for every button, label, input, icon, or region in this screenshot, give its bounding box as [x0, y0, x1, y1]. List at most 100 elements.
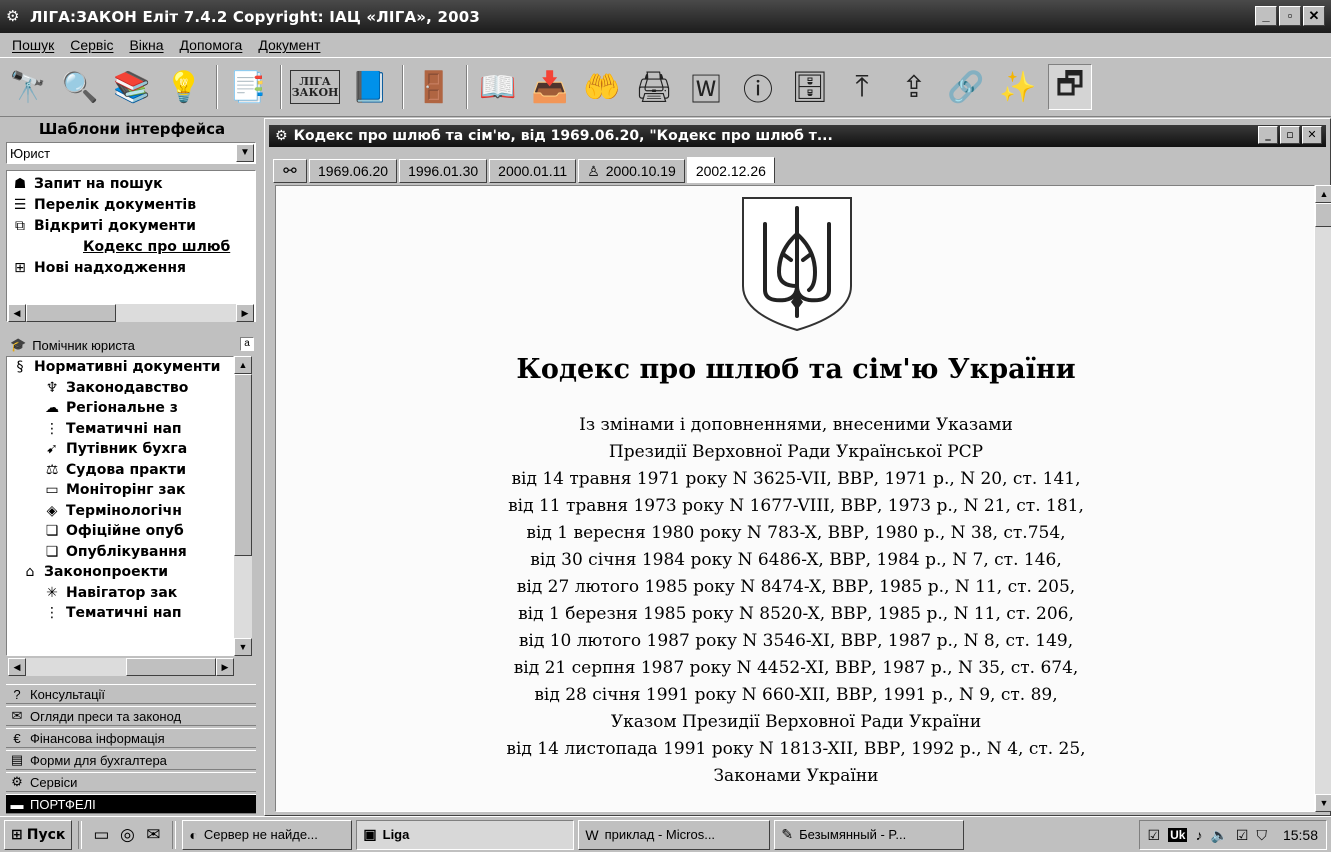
document-content[interactable]: Кодекс про шлюб та сім'ю України Із змін…: [275, 185, 1315, 812]
lightbulb-icon[interactable]: 💡: [162, 64, 206, 110]
scroll-thumb[interactable]: [1315, 203, 1331, 227]
bookshelf-icon[interactable]: 🗄: [788, 64, 832, 110]
chain-link-icon[interactable]: 🔗: [944, 64, 988, 110]
download-books-icon[interactable]: 📥: [528, 64, 572, 110]
exit-door-icon[interactable]: 🚪: [412, 64, 456, 110]
tree-item-legislation[interactable]: ♆ Законодавство: [7, 378, 233, 399]
tree-item-thematic-bills[interactable]: ⋮ Тематичні нап: [7, 603, 233, 624]
browser-icon: ◐: [189, 826, 198, 843]
scroll-down-icon[interactable]: ▼: [1315, 794, 1331, 812]
maximize-button[interactable]: ▫: [1279, 6, 1301, 26]
window-toggle-icon[interactable]: 🗗: [1048, 64, 1092, 110]
mail-check-icon[interactable]: ☑: [1148, 827, 1161, 844]
binoculars-icon[interactable]: 🔭: [6, 64, 50, 110]
start-button[interactable]: ⊞ Пуск: [4, 819, 73, 850]
doc-minimize-button[interactable]: _: [1258, 126, 1278, 144]
tree-item-terminology[interactable]: ◈ Термінологічн: [7, 501, 233, 522]
menu-windows[interactable]: Вікна: [121, 37, 171, 53]
tree-item-thematic[interactable]: ⋮ Тематичні нап: [7, 419, 233, 440]
browser-icon[interactable]: ◎: [114, 821, 140, 849]
profile-select[interactable]: Юрист ▼: [6, 142, 256, 164]
book-hand-icon[interactable]: 🤲: [580, 64, 624, 110]
tree-item-normative[interactable]: § Нормативні документи: [7, 357, 233, 378]
collapse-icon[interactable]: a: [240, 337, 254, 351]
music-icon[interactable]: ♪: [1195, 827, 1202, 843]
chevron-down-icon[interactable]: ▼: [236, 144, 254, 162]
menu-service[interactable]: Сервіс: [62, 37, 121, 53]
scroll-thumb[interactable]: [234, 374, 252, 556]
tab-edition-1996[interactable]: 1996.01.30: [399, 159, 488, 183]
tree-item-accountant-guide[interactable]: ➹ Путівник бухга: [7, 439, 233, 460]
helper-horizontal-scrollbar[interactable]: ◀ ▶: [8, 658, 234, 676]
scroll-down-icon[interactable]: ▼: [234, 638, 252, 656]
section-financial-info[interactable]: € Фінансова інформація: [6, 728, 256, 748]
show-desktop-icon[interactable]: ▭: [88, 821, 114, 849]
tab-edition-2002[interactable]: 2002.12.26: [686, 157, 775, 183]
tree-item-new-arrivals[interactable]: ⊞ Нові надходження: [7, 257, 255, 278]
task-browser[interactable]: ◐ Сервер не найде...: [182, 819, 353, 850]
tree-item-search-query[interactable]: ☗ Запит на пошук: [7, 173, 255, 194]
menu-help[interactable]: Допомога: [172, 37, 251, 53]
doc-maximize-button[interactable]: ▫: [1280, 126, 1300, 144]
tree-item-publication[interactable]: ❏ Опублікування: [7, 542, 233, 563]
tab-edition-2000-01[interactable]: 2000.01.11: [489, 159, 577, 183]
magic-wand-icon[interactable]: ✨: [996, 64, 1040, 110]
help-book-icon[interactable]: 📘: [348, 64, 392, 110]
volume-icon[interactable]: 🔈: [1210, 827, 1227, 844]
clock[interactable]: 15:58: [1283, 827, 1318, 843]
pages-icon[interactable]: 📑: [226, 64, 270, 110]
task-paint[interactable]: ✎ Безымянный - P...: [774, 819, 965, 850]
scroll-up-icon[interactable]: ▲: [1315, 185, 1331, 203]
task-liga[interactable]: ▣ Liga: [356, 819, 575, 850]
scroll-thumb[interactable]: [26, 304, 116, 322]
app-title-bar[interactable]: ⚙ ЛІГА:ЗАКОН Еліт 7.4.2 Copyright: ІАЦ «…: [0, 0, 1331, 33]
open-book-icon[interactable]: 📖: [476, 64, 520, 110]
scroll-up-icon[interactable]: ▲: [234, 356, 252, 374]
word-doc-icon[interactable]: 🅆: [684, 64, 728, 110]
outlook-icon[interactable]: ✉: [140, 821, 166, 849]
printer-icon[interactable]: 🖨: [632, 64, 676, 110]
section-press-reviews[interactable]: ✉ Огляди преси та законод: [6, 706, 256, 726]
menu-document[interactable]: Документ: [250, 37, 328, 53]
doc-close-button[interactable]: ✕: [1302, 126, 1322, 144]
info-icon[interactable]: ⓘ: [736, 64, 780, 110]
tree-item-official-publication[interactable]: ❏ Офіційне опуб: [7, 521, 233, 542]
tree-item-bills[interactable]: ⌂ Законопроекти: [7, 562, 233, 583]
tree-item-document-list[interactable]: ☰ Перелік документів: [7, 194, 255, 215]
tree-item-open-document-link[interactable]: Кодекс про шлюб: [7, 236, 255, 257]
helper-header[interactable]: 🎓 Помічник юриста a: [6, 336, 256, 354]
task-word[interactable]: Wприклад - Micros...: [578, 819, 771, 850]
section-consultations[interactable]: ? Консультації: [6, 684, 256, 704]
tree-item-court-practice[interactable]: ⚖ Судова практи: [7, 460, 233, 481]
liga-zakon-logo-button[interactable]: ЛІГА ЗАКОН: [290, 70, 340, 104]
minimize-button[interactable]: _: [1255, 6, 1277, 26]
close-button[interactable]: ✕: [1303, 6, 1325, 26]
up-arrow-doc-icon[interactable]: ⤒: [840, 64, 884, 110]
scroll-thumb[interactable]: [126, 658, 216, 676]
section-accountant-forms[interactable]: ▤ Форми для бухгалтера: [6, 750, 256, 770]
document-title-bar[interactable]: ⚙ Кодекс про шлюб та сім'ю, від 1969.06.…: [269, 125, 1326, 147]
scroll-left-icon[interactable]: ◀: [8, 658, 26, 676]
section-portfolios[interactable]: ▬ ПОРТФЕЛІ: [6, 794, 256, 814]
tab-edition-1969[interactable]: 1969.06.20: [309, 159, 398, 183]
tree-item-regional[interactable]: ☁ Регіональне з: [7, 398, 233, 419]
scroll-right-icon[interactable]: ▶: [216, 658, 234, 676]
link-editions-icon[interactable]: ⚯: [273, 159, 307, 183]
tab-edition-2000-10[interactable]: ♙ 2000.10.19: [578, 159, 685, 183]
document-vertical-scrollbar[interactable]: ▲ ▼: [1315, 185, 1331, 812]
antivirus-icon[interactable]: ⛉: [1256, 827, 1267, 844]
language-indicator[interactable]: Uk: [1168, 828, 1188, 842]
magnifier-icon[interactable]: 🔍: [58, 64, 102, 110]
network-icon[interactable]: ☑: [1236, 827, 1249, 844]
menu-search[interactable]: Пошук: [4, 37, 62, 53]
export-doc-icon[interactable]: ⇪: [892, 64, 936, 110]
helper-vertical-scrollbar[interactable]: ▲ ▼: [234, 356, 252, 656]
scroll-left-icon[interactable]: ◀: [8, 304, 26, 322]
horizontal-scrollbar[interactable]: ◀ ▶: [8, 304, 254, 322]
tree-item-monitoring[interactable]: ▭ Моніторінг зак: [7, 480, 233, 501]
section-services[interactable]: ⚙ Сервіси: [6, 772, 256, 792]
scroll-right-icon[interactable]: ▶: [236, 304, 254, 322]
tree-item-bill-navigator[interactable]: ✳ Навігатор зак: [7, 583, 233, 604]
books-icon[interactable]: 📚: [110, 64, 154, 110]
tree-item-open-documents[interactable]: ⧉ Відкриті документи: [7, 215, 255, 236]
